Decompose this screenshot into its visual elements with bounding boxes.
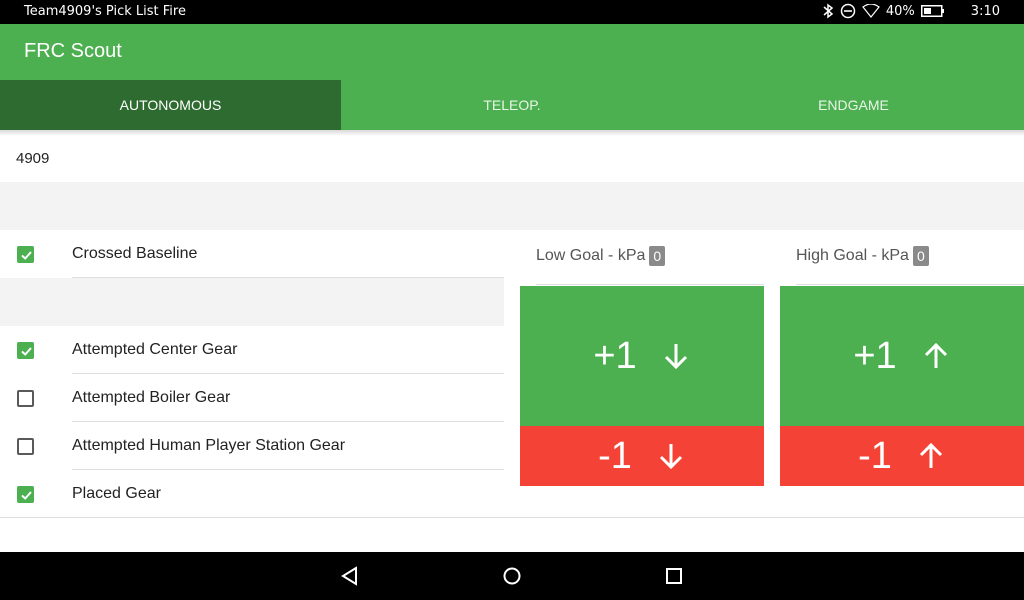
tab-autonomous[interactable]: AUTONOMOUS — [0, 80, 341, 130]
low-goal-plus-button[interactable]: +1 — [520, 286, 764, 426]
low-goal-count: 0 — [649, 246, 666, 266]
divider — [796, 284, 1024, 285]
low-goal-label-group: Low Goal - kPa 0 — [536, 246, 666, 266]
checkbox-unchecked[interactable] — [17, 390, 34, 407]
high-goal-label-group: High Goal - kPa 0 — [796, 246, 929, 266]
clock: 3:10 — [970, 3, 1000, 19]
spacer-band — [0, 278, 504, 326]
app-title: FRC Scout — [24, 40, 122, 62]
low-goal-minus-label: -1 — [598, 434, 632, 477]
checkbox-checked[interactable] — [17, 246, 34, 263]
high-goal-minus-button[interactable]: -1 — [780, 426, 1024, 486]
checkbox-label: Attempted Boiler Gear — [72, 389, 231, 406]
arrow-down-icon — [664, 344, 687, 370]
tab-bar: AUTONOMOUS TELEOP. ENDGAME — [0, 80, 1024, 130]
high-goal-plus-button[interactable]: +1 — [780, 286, 1024, 426]
checkbox-label: Crossed Baseline — [72, 245, 198, 262]
checkbox-attempted-hps-gear[interactable]: Attempted Human Player Station Gear — [0, 422, 504, 470]
checkbox-crossed-baseline[interactable]: Crossed Baseline — [0, 230, 504, 278]
tab-teleop[interactable]: TELEOP. — [341, 80, 683, 130]
checkbox-checked[interactable] — [17, 342, 34, 359]
high-goal-label: High Goal - kPa — [796, 247, 909, 265]
checkbox-attempted-boiler-gear[interactable]: Attempted Boiler Gear — [0, 374, 504, 422]
low-goal-plus-label: +1 — [593, 334, 637, 377]
battery-percent: 40% — [885, 3, 915, 19]
divider — [536, 284, 764, 285]
status-bar: Team4909's Pick List Fire 40% 3:10 — [0, 0, 1024, 24]
divider — [0, 517, 1024, 518]
app-bar: FRC Scout — [0, 24, 1024, 80]
divider — [72, 277, 504, 278]
checkbox-unchecked[interactable] — [17, 438, 34, 455]
checkbox-placed-gear[interactable]: Placed Gear — [0, 470, 504, 518]
arrow-up-icon — [924, 342, 947, 368]
arrow-up-icon — [919, 442, 942, 468]
team-number: 4909 — [16, 150, 50, 167]
battery-icon — [920, 5, 945, 17]
low-goal-label: Low Goal - kPa — [536, 247, 646, 265]
arrow-down-icon — [659, 444, 682, 470]
spacer-band — [0, 182, 1024, 230]
checkbox-attempted-center-gear[interactable]: Attempted Center Gear — [0, 326, 504, 374]
recents-icon[interactable] — [664, 565, 684, 592]
home-icon[interactable] — [502, 565, 522, 592]
checkbox-label: Placed Gear — [72, 485, 161, 502]
notification-text: Team4909's Pick List Fire — [24, 4, 186, 19]
checkbox-label: Attempted Human Player Station Gear — [72, 437, 346, 454]
back-icon[interactable] — [340, 565, 360, 592]
low-goal-minus-button[interactable]: -1 — [520, 426, 764, 486]
status-icons: 40% 3:10 — [822, 3, 1000, 19]
bluetooth-icon — [822, 3, 834, 19]
do-not-disturb-icon — [840, 3, 856, 19]
system-nav-bar — [0, 552, 1024, 600]
tab-shadow — [0, 130, 1024, 136]
checkbox-label: Attempted Center Gear — [72, 341, 238, 358]
high-goal-minus-label: -1 — [858, 434, 892, 477]
checkbox-checked[interactable] — [17, 486, 34, 503]
tab-endgame[interactable]: ENDGAME — [683, 80, 1024, 130]
high-goal-count: 0 — [912, 246, 929, 266]
wifi-icon — [862, 4, 880, 18]
high-goal-plus-label: +1 — [853, 334, 897, 377]
